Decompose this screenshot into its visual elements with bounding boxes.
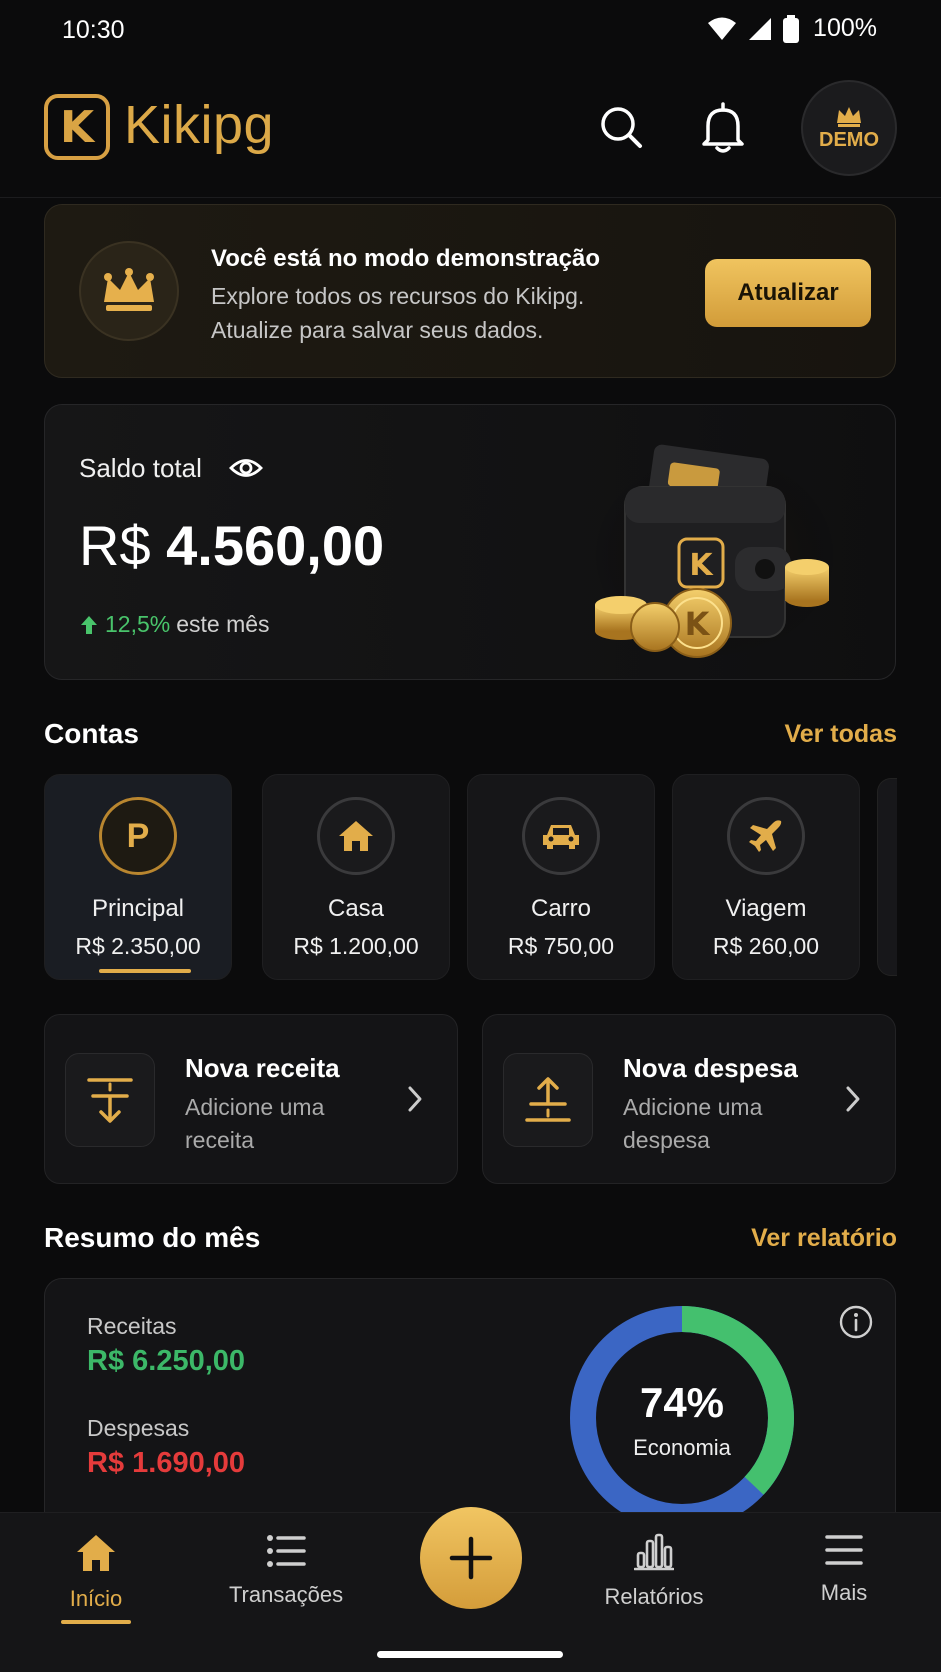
status-icons: 100% [707, 14, 877, 43]
expense-icon [503, 1053, 593, 1147]
account-card-casa[interactable]: Casa R$ 1.200,00 [262, 774, 450, 980]
balance-amount: R$ 4.560,00 [79, 513, 384, 578]
banner-title: Você está no modo demonstração [211, 245, 600, 272]
app-header: K Kikipg DEMO [0, 70, 941, 198]
wifi-icon [708, 17, 737, 40]
svg-text:K: K [689, 548, 714, 583]
crown-icon [837, 106, 861, 127]
bar-chart-icon [633, 1533, 675, 1571]
nav-reports[interactable]: Relatórios [574, 1533, 734, 1610]
signal-icon [749, 17, 772, 40]
account-card-peek[interactable] [877, 778, 897, 976]
account-name: Viagem [725, 895, 807, 922]
arrow-up-icon [81, 615, 97, 634]
chevron-right-icon [846, 1086, 860, 1112]
account-value: R$ 260,00 [712, 933, 820, 959]
account-value: R$ 2.350,00 [75, 933, 201, 959]
nav-label: Início [69, 1586, 123, 1611]
accounts-title: Contas [44, 718, 139, 749]
p-letter-icon: P [99, 797, 177, 875]
nav-label: Mais [820, 1580, 868, 1605]
menu-icon [825, 1535, 863, 1565]
account-value: R$ 750,00 [507, 933, 615, 959]
airplane-icon [727, 797, 805, 875]
account-card-principal[interactable]: P Principal R$ 2.350,00 [44, 774, 232, 980]
banner-line-2: Atualize para salvar seus dados. [211, 317, 544, 343]
new-income-button[interactable]: Nova receita Adicione uma receita [44, 1014, 458, 1184]
house-icon [317, 797, 395, 875]
trend-percent: 12,5% [105, 611, 171, 637]
wallet-illustration: K K [590, 444, 835, 660]
search-icon[interactable] [596, 100, 646, 156]
chevron-right-icon [408, 1086, 422, 1112]
nav-active-indicator [61, 1620, 131, 1624]
balance-card: Saldo total R$ 4.560,00 12,5% este mês K [44, 404, 896, 680]
income-value: R$ 6.250,00 [87, 1345, 246, 1377]
nav-label: Relatórios [604, 1584, 704, 1609]
plus-icon [449, 1536, 493, 1580]
savings-label: Economia [633, 1435, 731, 1460]
account-card-viagem[interactable]: Viagem R$ 260,00 [672, 774, 860, 980]
battery-percent: 100% [813, 14, 877, 42]
nav-home[interactable]: Início [16, 1533, 176, 1624]
app-name: Kikipg [124, 95, 275, 155]
banner-crown-badge [79, 241, 179, 341]
savings-percent: 74% [639, 1379, 725, 1426]
trend-text: este mês [176, 611, 270, 637]
svg-text:K: K [685, 605, 711, 643]
expense-value: R$ 1.690,00 [87, 1447, 246, 1479]
crown-icon [104, 268, 154, 311]
nav-more[interactable]: Mais [764, 1533, 924, 1606]
battery-icon [783, 14, 800, 43]
demo-label: DEMO [819, 128, 879, 151]
nav-label: Transações [228, 1582, 344, 1607]
logo-letter: K [59, 101, 95, 153]
info-icon[interactable] [839, 1305, 873, 1339]
income-icon [65, 1053, 155, 1147]
eye-icon[interactable] [229, 453, 263, 483]
new-expense-button[interactable]: Nova despesa Adicione uma despesa [482, 1014, 896, 1184]
nav-transactions[interactable]: Transações [206, 1533, 366, 1608]
banner-line-1: Explore todos os recursos do Kikipg. [211, 283, 585, 309]
qa-subtitle: Adicione uma receita [185, 1094, 325, 1153]
account-name: Principal [91, 895, 185, 922]
balance-currency: R$ [79, 514, 151, 577]
bottom-navigation: Início Transações Relatórios Mais [0, 1507, 941, 1672]
add-transaction-button[interactable] [420, 1507, 522, 1609]
status-bar: 10:30 100% [0, 0, 941, 60]
active-indicator [99, 969, 191, 973]
qa-title: Nova receita [185, 1053, 340, 1083]
demo-banner: Você está no modo demonstração Explore t… [44, 204, 896, 378]
qa-subtitle: Adicione uma despesa [623, 1094, 763, 1153]
car-icon [522, 797, 600, 875]
account-name: Carro [530, 895, 591, 922]
upgrade-button[interactable]: Atualizar [705, 259, 871, 327]
list-icon [267, 1535, 306, 1567]
summary-title: Resumo do mês [44, 1222, 261, 1253]
account-value: R$ 1.200,00 [293, 933, 419, 959]
bell-icon[interactable] [698, 100, 748, 156]
summary-report-link[interactable]: Ver relatório [751, 1224, 897, 1253]
home-icon [77, 1535, 115, 1571]
qa-title: Nova despesa [623, 1053, 798, 1083]
status-time: 10:30 [62, 16, 125, 44]
account-name: Casa [327, 895, 385, 922]
balance-value: 4.560,00 [166, 514, 385, 577]
balance-label: Saldo total [79, 453, 202, 483]
accounts-see-all-link[interactable]: Ver todas [784, 720, 897, 749]
app-logo: K [44, 94, 110, 160]
income-label: Receitas [87, 1313, 177, 1339]
account-card-carro[interactable]: Carro R$ 750,00 [467, 774, 655, 980]
demo-badge[interactable]: DEMO [801, 80, 897, 176]
home-indicator[interactable] [377, 1651, 563, 1658]
balance-trend: 12,5% este mês [79, 611, 270, 638]
expense-label: Despesas [87, 1415, 190, 1441]
